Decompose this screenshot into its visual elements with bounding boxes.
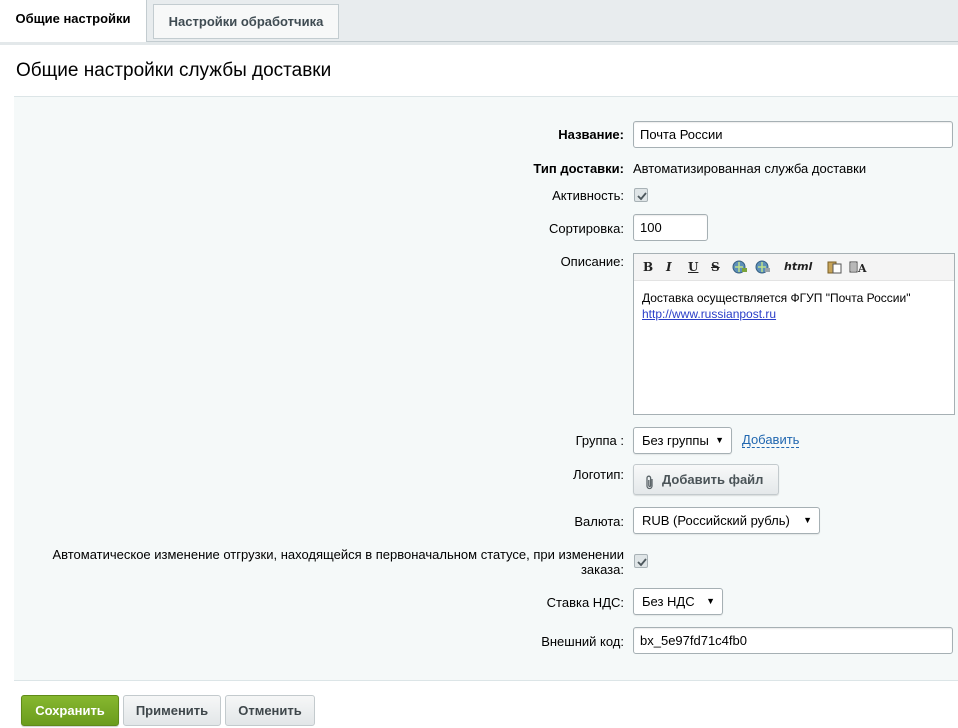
remove-link-icon[interactable] xyxy=(755,260,771,277)
paste-icon[interactable] xyxy=(827,260,843,277)
group-select-value: Без группы xyxy=(642,433,709,448)
insert-link-icon[interactable] xyxy=(732,260,748,277)
bold-button[interactable]: B xyxy=(643,260,653,274)
checkmark-icon xyxy=(637,192,647,201)
sort-label: Сортировка: xyxy=(549,221,624,236)
delivery-type-value: Автоматизированная служба доставки xyxy=(633,161,867,176)
paperclip-icon xyxy=(644,472,656,501)
description-text: Доставка осуществляется ФГУП "Почта Росс… xyxy=(642,291,911,305)
currency-label: Валюта: xyxy=(574,514,624,529)
external-code-input[interactable]: bx_5e97fd71c4fb0 xyxy=(633,627,953,654)
tab-general-settings[interactable]: Общие настройки xyxy=(0,0,147,43)
add-file-label: Добавить файл xyxy=(662,472,764,487)
auto-change-label-line1: Автоматическое изменение отгрузки, наход… xyxy=(52,547,624,562)
vat-label: Ставка НДС: xyxy=(546,595,624,610)
vat-select-value: Без НДС xyxy=(642,594,695,609)
name-label: Название: xyxy=(558,127,624,142)
delivery-type-label: Тип доставки: xyxy=(533,161,624,176)
editor-content[interactable]: Доставка осуществляется ФГУП "Почта Росс… xyxy=(642,290,910,322)
auto-change-checkbox[interactable] xyxy=(634,554,648,568)
group-label: Группа : xyxy=(575,433,624,448)
html-mode-button[interactable]: html xyxy=(784,260,812,273)
save-button[interactable]: Сохранить xyxy=(21,695,119,726)
add-file-button[interactable]: Добавить файл xyxy=(633,464,779,495)
description-link[interactable]: http://www.russianpost.ru xyxy=(642,306,910,322)
external-code-label: Внешний код: xyxy=(541,634,624,649)
currency-select-value: RUB (Российский рубль) xyxy=(642,513,790,528)
description-label: Описание: xyxy=(560,254,624,269)
group-select[interactable]: Без группы ▼ xyxy=(633,427,732,454)
active-checkbox[interactable] xyxy=(634,188,648,202)
description-editor[interactable]: B I U S html A Доставка осуществляется Ф… xyxy=(633,253,955,415)
active-label: Активность: xyxy=(552,188,624,203)
underline-button[interactable]: U xyxy=(688,260,698,274)
checkmark-icon xyxy=(637,558,647,567)
currency-select[interactable]: RUB (Российский рубль) ▼ xyxy=(633,507,820,534)
dropdown-arrow-icon: ▼ xyxy=(706,596,715,606)
tab-divider xyxy=(0,42,958,45)
dropdown-arrow-icon: ▼ xyxy=(715,435,724,445)
auto-change-label: Автоматическое изменение отгрузки, наход… xyxy=(52,547,624,577)
format-text-icon[interactable]: A xyxy=(849,260,869,277)
auto-change-label-line2: заказа: xyxy=(580,562,624,577)
name-input[interactable]: Почта России xyxy=(633,121,953,148)
tab-bar: Общие настройки Настройки обработчика xyxy=(0,0,958,43)
apply-button[interactable]: Применить xyxy=(123,695,221,726)
tab-handler-settings[interactable]: Настройки обработчика xyxy=(153,4,339,39)
svg-text:A: A xyxy=(857,262,867,274)
italic-button[interactable]: I xyxy=(666,260,672,274)
vat-select[interactable]: Без НДС ▼ xyxy=(633,588,723,615)
page-title: Общие настройки службы доставки xyxy=(16,60,332,81)
dropdown-arrow-icon: ▼ xyxy=(803,515,812,525)
add-group-link[interactable]: Добавить xyxy=(742,432,800,448)
strikethrough-button[interactable]: S xyxy=(711,260,720,274)
cancel-button[interactable]: Отменить xyxy=(225,695,315,726)
logo-label: Логотип: xyxy=(572,467,624,482)
editor-toolbar: B I U S html A xyxy=(634,254,954,281)
sort-input[interactable]: 100 xyxy=(633,214,708,241)
